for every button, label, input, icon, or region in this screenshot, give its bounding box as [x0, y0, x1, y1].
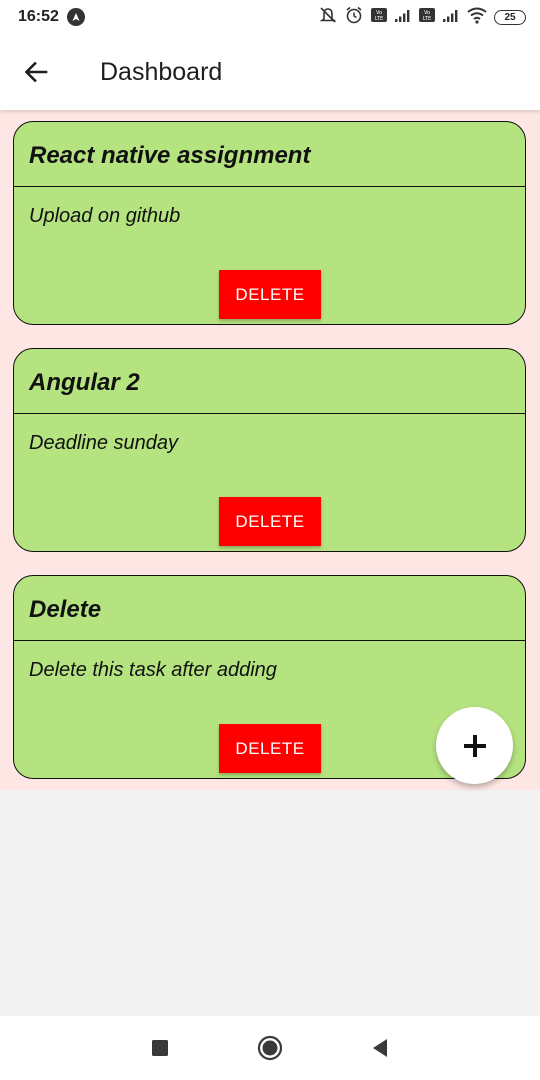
home-icon: [257, 1035, 283, 1061]
volte-icon: Vo LTE: [370, 7, 388, 28]
svg-text:LTE: LTE: [375, 16, 383, 22]
status-time: 16:52: [18, 8, 59, 25]
delete-button[interactable]: DELETE: [219, 724, 321, 773]
delete-button[interactable]: DELETE: [219, 497, 321, 546]
task-card: Angular 2 Deadline sunday DELETE: [13, 348, 526, 552]
add-task-button[interactable]: [436, 707, 513, 784]
back-button[interactable]: [6, 42, 66, 102]
status-bar: 16:52 Vo LTE Vo LTE 25: [0, 0, 540, 34]
recent-apps-button[interactable]: [130, 1018, 190, 1078]
task-description: Upload on github: [29, 205, 181, 227]
plus-icon: [463, 734, 486, 757]
status-icons: Vo LTE Vo LTE 25: [318, 5, 526, 30]
screen: 16:52 Vo LTE Vo LTE 25 Dashboard React n…: [0, 0, 540, 1080]
task-title: Angular 2: [14, 349, 525, 414]
page-title: Dashboard: [100, 57, 223, 86]
recent-apps-icon: [152, 1040, 168, 1056]
volte-icon: Vo LTE: [418, 7, 436, 28]
delete-button[interactable]: DELETE: [219, 270, 321, 319]
battery-icon: 25: [494, 9, 526, 25]
wifi-icon: [466, 6, 488, 29]
signal-icon: [442, 7, 460, 28]
navigation-bar: [0, 1016, 540, 1080]
system-back-button[interactable]: [350, 1018, 410, 1078]
home-button[interactable]: [240, 1018, 300, 1078]
navigation-icon: [66, 8, 85, 26]
signal-icon: [394, 7, 412, 28]
back-icon: [373, 1039, 387, 1057]
app-header: Dashboard: [0, 34, 540, 110]
task-title: Delete: [14, 576, 525, 641]
task-list: React native assignment Upload on github…: [0, 110, 540, 790]
arrow-left-icon: [24, 61, 48, 83]
task-description: Delete this task after adding: [29, 659, 277, 681]
alarm-icon: [344, 5, 364, 30]
task-title: React native assignment: [14, 122, 525, 187]
mute-icon: [318, 5, 338, 30]
task-description: Deadline sunday: [29, 432, 178, 454]
task-card: React native assignment Upload on github…: [13, 121, 526, 325]
svg-text:LTE: LTE: [423, 16, 431, 22]
